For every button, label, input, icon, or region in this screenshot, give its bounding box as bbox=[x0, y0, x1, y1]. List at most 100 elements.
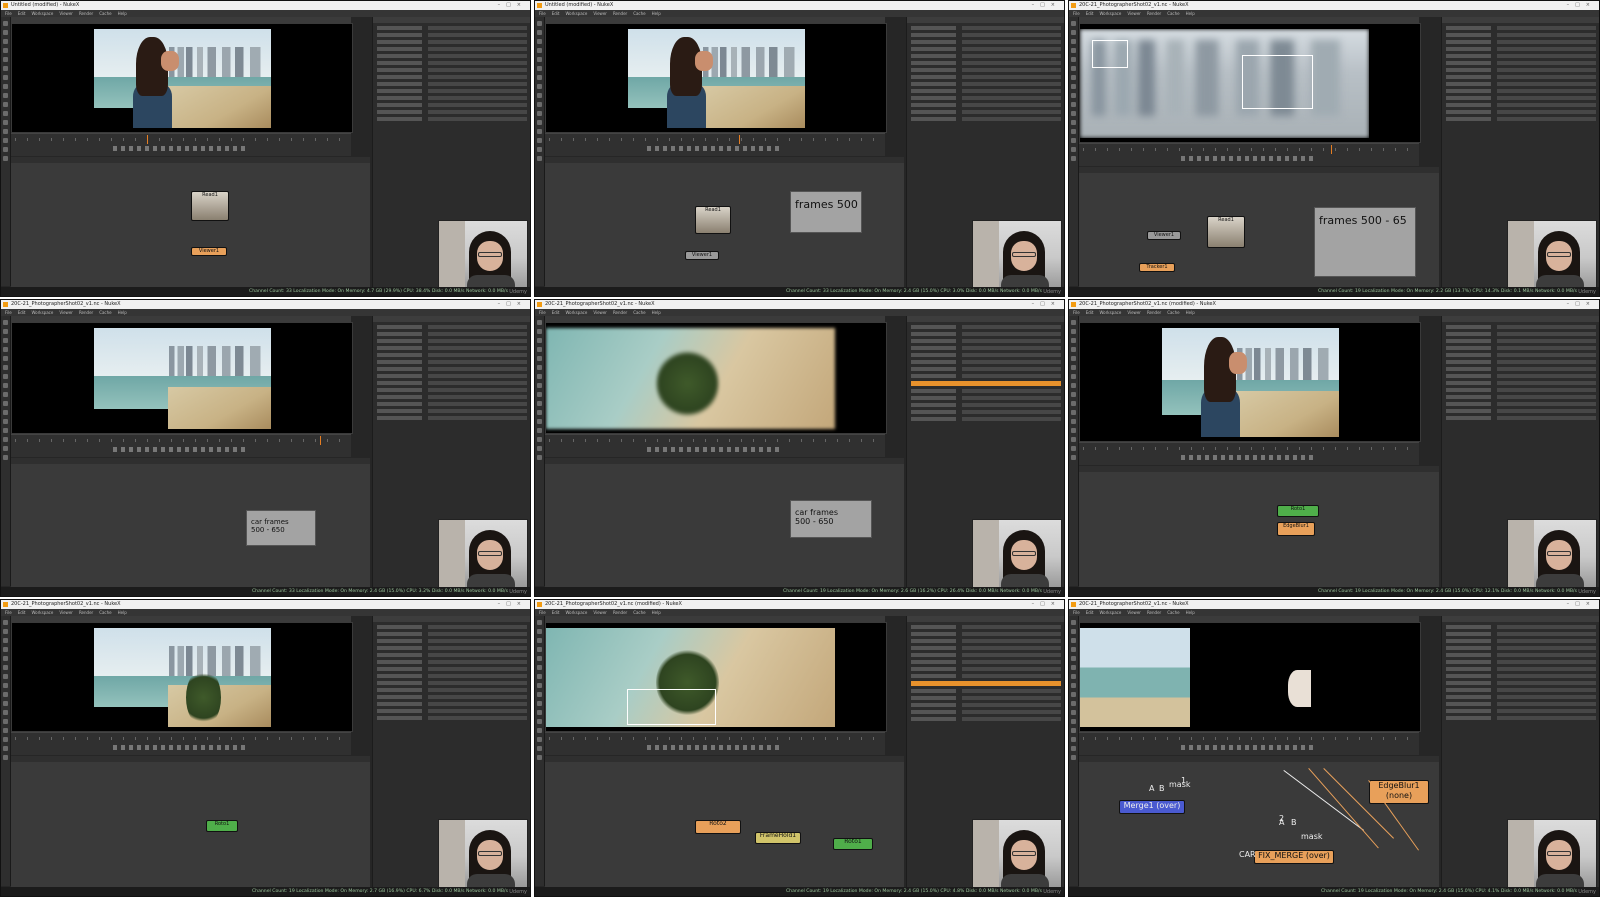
node-roto1[interactable]: Roto1 bbox=[1277, 505, 1319, 517]
property-row[interactable] bbox=[911, 703, 1061, 707]
node-graph-tabs[interactable] bbox=[11, 157, 370, 163]
toolbar-tool-icon[interactable] bbox=[3, 365, 8, 370]
toolbar-tool-icon[interactable] bbox=[3, 455, 8, 460]
toolbar-tool-icon[interactable] bbox=[1071, 719, 1076, 724]
toolbar-tool-icon[interactable] bbox=[3, 755, 8, 760]
toolbar-tool-icon[interactable] bbox=[537, 737, 542, 742]
menu-item-help[interactable]: Help bbox=[1186, 11, 1195, 16]
toolbar-tool-icon[interactable] bbox=[537, 647, 542, 652]
backdrop-node[interactable]: car frames 500 - 650 bbox=[246, 510, 316, 546]
toolbar-tool-icon[interactable] bbox=[537, 347, 542, 352]
window-controls[interactable]: –□× bbox=[1567, 1, 1596, 10]
toolbar-tool-icon[interactable] bbox=[537, 57, 542, 62]
menu-item-workspace[interactable]: Workspace bbox=[1099, 310, 1121, 315]
toolbar-tool-icon[interactable] bbox=[1071, 620, 1076, 625]
property-row[interactable] bbox=[377, 40, 527, 44]
property-row[interactable] bbox=[377, 653, 527, 657]
toolbar-tool-icon[interactable] bbox=[1071, 428, 1076, 433]
property-row[interactable] bbox=[911, 103, 1061, 107]
menu-item-viewer[interactable]: Viewer bbox=[59, 610, 73, 615]
property-row[interactable] bbox=[911, 696, 1061, 700]
property-row[interactable] bbox=[1446, 110, 1596, 114]
property-row[interactable] bbox=[911, 625, 1061, 629]
property-row[interactable] bbox=[911, 367, 1061, 371]
menu-item-edit[interactable]: Edit bbox=[18, 310, 26, 315]
property-row[interactable] bbox=[377, 695, 527, 699]
toolbar-tool-icon[interactable] bbox=[537, 75, 542, 80]
playback-controls[interactable] bbox=[647, 447, 783, 452]
toolbar-tool-icon[interactable] bbox=[1071, 647, 1076, 652]
toolbar-tool-icon[interactable] bbox=[537, 428, 542, 433]
toolbar-tool-icon[interactable] bbox=[3, 120, 8, 125]
toolbar-tool-icon[interactable] bbox=[3, 683, 8, 688]
node-viewer1[interactable]: Viewer1 bbox=[1147, 231, 1181, 240]
toolbar-tool-icon[interactable] bbox=[1071, 320, 1076, 325]
property-row[interactable] bbox=[911, 75, 1061, 79]
property-row[interactable] bbox=[377, 75, 527, 79]
property-row[interactable] bbox=[1446, 75, 1596, 79]
property-row[interactable] bbox=[377, 402, 527, 406]
menu-item-viewer[interactable]: Viewer bbox=[593, 610, 607, 615]
node-graph[interactable] bbox=[1079, 466, 1439, 587]
property-row[interactable] bbox=[377, 674, 527, 678]
property-row[interactable] bbox=[911, 82, 1061, 86]
property-row[interactable] bbox=[911, 667, 1061, 671]
toolbar-tool-icon[interactable] bbox=[3, 737, 8, 742]
menu-item-edit[interactable]: Edit bbox=[552, 610, 560, 615]
toolbar-tool-icon[interactable] bbox=[3, 111, 8, 116]
window-controls[interactable]: –□× bbox=[1032, 300, 1061, 309]
toolbar-tool-icon[interactable] bbox=[3, 320, 8, 325]
menu-item-help[interactable]: Help bbox=[1186, 310, 1195, 315]
timeline-playhead[interactable] bbox=[738, 135, 740, 144]
property-row[interactable] bbox=[1446, 688, 1596, 692]
toolbar-tool-icon[interactable] bbox=[537, 437, 542, 442]
property-row[interactable] bbox=[911, 110, 1061, 114]
toolbar-tool-icon[interactable] bbox=[537, 129, 542, 134]
toolbar-tool-icon[interactable] bbox=[1071, 737, 1076, 742]
toolbar-tool-icon[interactable] bbox=[1071, 66, 1076, 71]
menu-item-help[interactable]: Help bbox=[118, 310, 127, 315]
property-row[interactable] bbox=[377, 360, 527, 364]
toolbar-tool-icon[interactable] bbox=[3, 647, 8, 652]
menu-item-viewer[interactable]: Viewer bbox=[593, 310, 607, 315]
property-row[interactable] bbox=[1446, 625, 1596, 629]
timeline-playhead[interactable] bbox=[1330, 145, 1332, 154]
window-controls[interactable]: –□× bbox=[498, 1, 527, 10]
menu-item-workspace[interactable]: Workspace bbox=[565, 610, 587, 615]
toolbar-tool-icon[interactable] bbox=[537, 455, 542, 460]
property-row[interactable] bbox=[377, 409, 527, 413]
property-row[interactable] bbox=[911, 674, 1061, 678]
menu-item-render[interactable]: Render bbox=[79, 610, 93, 615]
property-row[interactable] bbox=[377, 381, 527, 385]
property-row[interactable] bbox=[1446, 353, 1596, 357]
toolbar-tool-icon[interactable] bbox=[537, 329, 542, 334]
toolbar-tool-icon[interactable] bbox=[537, 446, 542, 451]
toolbar-tool-icon[interactable] bbox=[537, 410, 542, 415]
menu-item-render[interactable]: Render bbox=[79, 11, 93, 16]
toolbar-tool-icon[interactable] bbox=[1071, 102, 1076, 107]
property-row[interactable] bbox=[911, 40, 1061, 44]
toolbar-tool-icon[interactable] bbox=[537, 156, 542, 161]
toolbar-tool-icon[interactable] bbox=[3, 629, 8, 634]
node-roto1[interactable]: Roto1 bbox=[833, 838, 873, 850]
property-row[interactable] bbox=[377, 339, 527, 343]
toolbar-tool-icon[interactable] bbox=[1071, 356, 1076, 361]
toolbar-tool-icon[interactable] bbox=[537, 755, 542, 760]
timeline-playhead[interactable] bbox=[320, 436, 322, 445]
toolbar-tool-icon[interactable] bbox=[1071, 338, 1076, 343]
toolbar-tool-icon[interactable] bbox=[1071, 629, 1076, 634]
menu-item-edit[interactable]: Edit bbox=[18, 11, 26, 16]
node-edgeblur1[interactable]: EdgeBlur1 bbox=[1277, 522, 1315, 536]
toolbar-tool-icon[interactable] bbox=[537, 710, 542, 715]
menu-item-file[interactable]: File bbox=[5, 610, 12, 615]
property-row[interactable] bbox=[911, 325, 1061, 329]
toolbar-tool-icon[interactable] bbox=[3, 419, 8, 424]
property-row[interactable] bbox=[1446, 667, 1596, 671]
menu-item-file[interactable]: File bbox=[1073, 610, 1080, 615]
toolbar-tool-icon[interactable] bbox=[1071, 147, 1076, 152]
toolbar-tool-icon[interactable] bbox=[3, 102, 8, 107]
toolbar-tool-icon[interactable] bbox=[1071, 446, 1076, 451]
toolbar-tool-icon[interactable] bbox=[3, 701, 8, 706]
property-row[interactable] bbox=[1446, 416, 1596, 420]
menu-item-viewer[interactable]: Viewer bbox=[593, 11, 607, 16]
